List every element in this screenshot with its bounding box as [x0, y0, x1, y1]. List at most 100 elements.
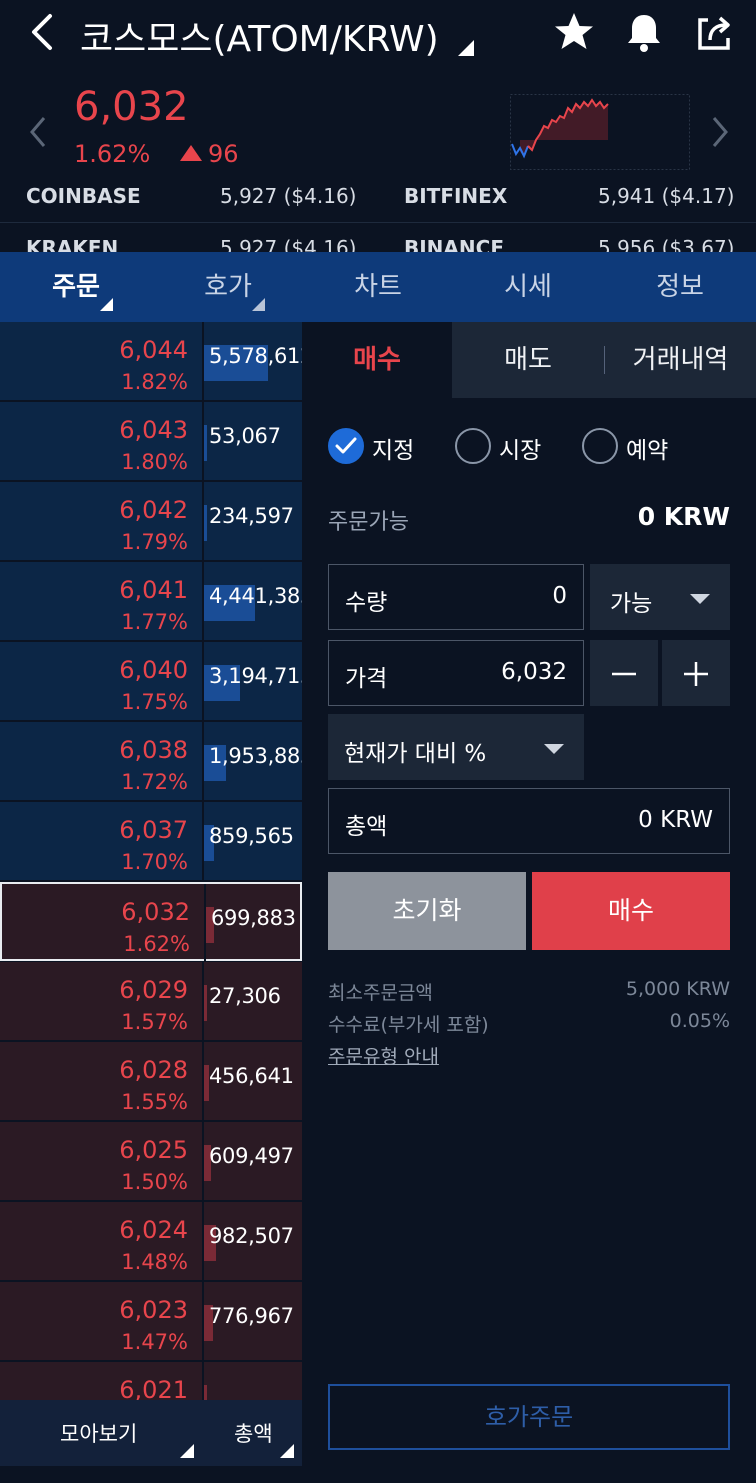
available-value: 0 KRW [637, 502, 730, 531]
order-percent: 1.80% [121, 450, 188, 474]
total-field[interactable]: 총액 0 KRW [328, 788, 730, 854]
tab-chart[interactable]: 차트 [304, 252, 452, 322]
order-price: 6,038 [119, 736, 188, 764]
current-price: 6,032 [74, 84, 189, 130]
title-dropdown-caret[interactable] [458, 40, 474, 56]
hoga-order-button[interactable]: 호가주문 [328, 1384, 730, 1450]
order-book-row[interactable]: 6,042 1.79% 234,597 [0, 482, 302, 561]
min-order-value: 5,000 KRW [625, 978, 730, 1000]
buy-button[interactable]: 매수 [532, 872, 730, 950]
price-ratio-select[interactable]: 현재가 대비 % [328, 714, 584, 780]
price-cell[interactable]: 6,028 1.55% [0, 1042, 202, 1121]
order-book-row-current[interactable]: 6,032 1.62% 699,883 [0, 882, 302, 963]
tab-history[interactable]: 거래내역 [605, 322, 756, 398]
order-book-row[interactable]: 6,038 1.72% 1,953,883 [0, 722, 302, 801]
order-quantity: 234,597 [209, 504, 294, 528]
order-book-row[interactable]: 6,044 1.82% 5,578,612 [0, 322, 302, 401]
total-toggle-button[interactable]: 총액 [234, 1418, 273, 1448]
price-field[interactable]: 가격 6,032 [328, 640, 584, 706]
order-book-row[interactable]: 6,037 1.70% 859,565 [0, 802, 302, 881]
order-book-row[interactable]: 6,028 1.55% 456,641 [0, 1042, 302, 1121]
order-quantity: 1,953,883 [209, 744, 302, 768]
price-increase-button[interactable] [662, 640, 730, 706]
order-quantity: 982,507 [209, 1224, 294, 1248]
order-price: 6,021 [119, 1376, 188, 1400]
order-type-guide-link[interactable]: 주문유형 안내 [328, 1042, 439, 1069]
price-cell[interactable]: 6,037 1.70% [0, 802, 202, 881]
page-title[interactable]: 코스모스(ATOM/KRW) [80, 10, 439, 62]
tab-info[interactable]: 정보 [604, 252, 756, 322]
mini-price-chart[interactable] [510, 94, 690, 170]
order-book-row[interactable]: 6,024 1.48% 982,507 [0, 1202, 302, 1281]
change-amount-value: 96 [208, 140, 239, 168]
exchange-name: KRAKEN [26, 236, 119, 252]
check-icon [335, 437, 357, 454]
order-book-row[interactable]: 6,041 1.77% 4,441,383 [0, 562, 302, 641]
price-cell[interactable]: 6,032 1.62% [2, 884, 204, 963]
order-quantity: 776,967 [209, 1304, 294, 1328]
price-cell[interactable]: 6,040 1.75% [0, 642, 202, 721]
minus-icon [612, 672, 636, 676]
price-cell[interactable]: 6,044 1.82% [0, 322, 202, 401]
change-percent: 1.62% [74, 140, 151, 168]
order-book[interactable]: 6,044 1.82% 5,578,612 6,043 1.80% 53,067 6,042… [0, 322, 302, 1400]
exchange-row: COINBASE 5,927 ($4.16) BITFINEX 5,941 ($… [0, 184, 756, 216]
group-view-button[interactable]: 모아보기 [60, 1418, 137, 1448]
prev-arrow-icon[interactable] [26, 114, 50, 150]
next-arrow-icon[interactable] [708, 114, 732, 150]
price-cell[interactable]: 6,025 1.50% [0, 1122, 202, 1201]
price-cell[interactable]: 6,024 1.48% [0, 1202, 202, 1281]
price-cell[interactable]: 6,042 1.79% [0, 482, 202, 561]
price-cell[interactable]: 6,041 1.77% [0, 562, 202, 641]
order-percent: 1.82% [121, 370, 188, 394]
order-price: 6,029 [119, 976, 188, 1004]
order-price: 6,043 [119, 416, 188, 444]
price-cell[interactable]: 6,023 1.47% [0, 1282, 202, 1361]
order-percent: 1.57% [121, 1010, 188, 1034]
tab-order[interactable]: 주문 [0, 252, 152, 322]
available-label: 주문가능 [328, 510, 409, 535]
price-cell[interactable]: 6,038 1.72% [0, 722, 202, 801]
exchange-value: 5,941 ($4.17) [598, 184, 735, 208]
order-quantity: 859,565 [209, 824, 294, 848]
radio-circle [455, 428, 491, 464]
app-header: 코스모스(ATOM/KRW) [0, 0, 756, 66]
price-cell[interactable]: 6,043 1.80% [0, 402, 202, 481]
order-book-row[interactable]: 6,029 1.57% 27,306 [0, 962, 302, 1041]
price-cell[interactable]: 6,029 1.57% [0, 962, 202, 1041]
exchange-name: BITFINEX [404, 184, 508, 208]
order-quantity: 699,883 [211, 906, 296, 930]
tab-buy[interactable]: 매수 [302, 322, 452, 398]
tab-hoga[interactable]: 호가 [152, 252, 304, 322]
quantity-field[interactable]: 수량 0 [328, 564, 584, 630]
order-book-row[interactable]: 6,025 1.50% 609,497 [0, 1122, 302, 1201]
depth-bar [204, 425, 207, 461]
bell-icon[interactable] [622, 10, 666, 54]
star-icon[interactable] [552, 10, 596, 54]
chevron-down-icon [544, 744, 564, 754]
exchange-row: KRAKEN 5,927 ($4.16) BINANCE 5,956 ($3.6… [0, 236, 756, 252]
order-percent: 1.48% [121, 1250, 188, 1274]
price-decrease-button[interactable] [590, 640, 658, 706]
order-book-row[interactable]: 6,040 1.75% 3,194,713 [0, 642, 302, 721]
tab-market[interactable]: 시세 [452, 252, 604, 322]
order-percent: 1.75% [121, 690, 188, 714]
quantity-percent-select[interactable]: 가능 [590, 564, 730, 630]
order-percent: 1.72% [121, 770, 188, 794]
total-label: 총액 [345, 814, 388, 840]
exchange-price-list: COINBASE 5,927 ($4.16) BITFINEX 5,941 ($… [0, 180, 756, 252]
order-book-row[interactable]: 6,021 [0, 1362, 302, 1400]
tab-sell[interactable]: 매도 [452, 322, 604, 398]
min-order-label: 최소주문금액 [328, 982, 433, 1004]
reset-button[interactable]: 초기화 [328, 872, 526, 950]
order-percent: 1.47% [121, 1330, 188, 1354]
share-icon[interactable] [692, 10, 736, 54]
main-tab-bar: 주문 호가 차트 시세 정보 [0, 252, 756, 322]
order-book-row[interactable]: 6,043 1.80% 53,067 [0, 402, 302, 481]
order-book-row[interactable]: 6,023 1.47% 776,967 [0, 1282, 302, 1361]
price-cell[interactable]: 6,021 [0, 1362, 202, 1400]
back-icon[interactable] [24, 10, 60, 54]
exchange-value: 5,927 ($4.16) [220, 236, 357, 252]
fee-value: 0.05% [669, 1010, 730, 1032]
radio-label: 시장 [499, 438, 542, 464]
